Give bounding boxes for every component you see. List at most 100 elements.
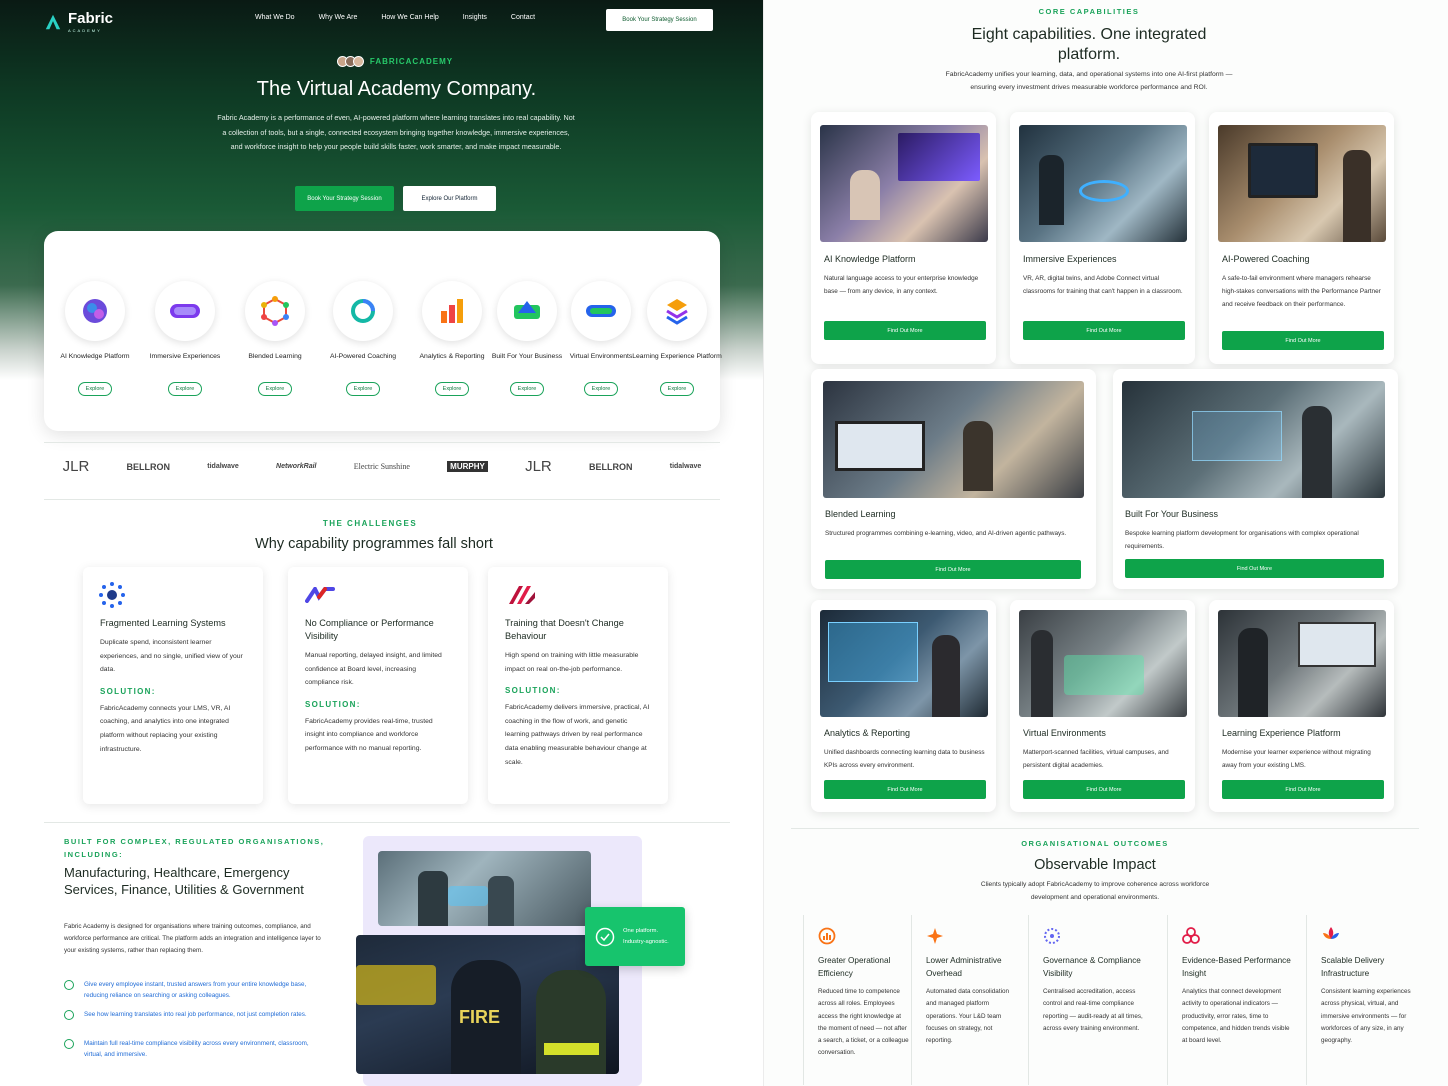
analytics-photo bbox=[820, 610, 988, 717]
cap-label: Immersive Experiences bbox=[149, 353, 221, 360]
book-session-button[interactable]: Book Your Strategy Session bbox=[295, 186, 394, 211]
explore-button[interactable]: Explore bbox=[583, 382, 619, 396]
client-logo: tidalwave bbox=[669, 463, 702, 470]
capability-card: Blended Learning Structured programmes c… bbox=[811, 369, 1096, 589]
divider bbox=[44, 499, 720, 500]
challenge-title: No Compliance or Performance Visibility bbox=[305, 618, 434, 641]
find-out-more-button[interactable]: Find Out More bbox=[825, 560, 1081, 579]
challenge-card-compliance: No Compliance or Performance Visibility … bbox=[288, 567, 468, 804]
capability-card: Virtual Environments Matterport-scanned … bbox=[1010, 600, 1195, 812]
explore-button[interactable]: Explore bbox=[659, 382, 695, 396]
benefit-text: Give every employee instant, trusted ans… bbox=[84, 981, 307, 999]
cap-immersive: Immersive Experiences Explore bbox=[140, 281, 230, 396]
explore-button[interactable]: Explore bbox=[77, 382, 113, 396]
capability-card: Learning Experience Platform Modernise y… bbox=[1209, 600, 1394, 812]
capabilities-panel: CORE CAPABILITIES Eight capabilities. On… bbox=[763, 0, 1448, 1086]
find-out-more-button[interactable]: Find Out More bbox=[1222, 331, 1384, 350]
core-title-line: platform. bbox=[1057, 46, 1121, 63]
explore-button[interactable]: Explore bbox=[434, 382, 470, 396]
lab-vr-photo bbox=[378, 851, 591, 926]
challenge-title: Training that Doesn't Change Behaviour bbox=[505, 618, 624, 641]
outcome-text: Automated data consolidation and managed… bbox=[926, 988, 1009, 1044]
core-eyebrow: CORE CAPABILITIES bbox=[1038, 7, 1140, 16]
network-icon bbox=[261, 296, 289, 326]
capabilities-strip: AI Knowledge Platform Explore Immersive … bbox=[44, 231, 722, 431]
brain-icon bbox=[83, 299, 107, 323]
find-out-more-button[interactable]: Find Out More bbox=[1023, 780, 1185, 799]
outcome-item: Lower Administrative Overhead Automated … bbox=[911, 915, 1019, 1085]
find-out-more-button[interactable]: Find Out More bbox=[1023, 321, 1185, 340]
outcome-title: Evidence-Based Performance Insight bbox=[1182, 956, 1291, 978]
immersive-photo bbox=[1019, 125, 1187, 242]
check-circle-icon bbox=[64, 980, 74, 990]
outcome-item: Evidence-Based Performance Insight Analy… bbox=[1167, 915, 1291, 1085]
solution-text: FabricAcademy provides real-time, truste… bbox=[305, 717, 433, 752]
cap-ai-coaching: AI-Powered Coaching Explore bbox=[318, 281, 408, 396]
solution-text: FabricAcademy connects your LMS, VR, AI … bbox=[100, 704, 231, 753]
avatar bbox=[352, 56, 364, 67]
capability-title: Built For Your Business bbox=[1125, 509, 1219, 519]
benefit-item: Maintain full real-time compliance visib… bbox=[64, 1038, 326, 1060]
outcomes-description: Clients typically adopt FabricAcademy to… bbox=[980, 881, 1210, 901]
outcome-item: Greater Operational Efficiency Reduced t… bbox=[803, 915, 911, 1085]
cap-label: Blended Learning bbox=[248, 353, 302, 360]
header-cta-button[interactable]: Book Your Strategy Session bbox=[606, 9, 713, 31]
core-description: FabricAcademy unifies your learning, dat… bbox=[945, 71, 1233, 91]
industries-title: Manufacturing, Healthcare, Emergency Ser… bbox=[64, 865, 304, 897]
explore-button[interactable]: Explore bbox=[257, 382, 293, 396]
capability-title: AI-Powered Coaching bbox=[1222, 254, 1310, 264]
explore-button[interactable]: Explore bbox=[509, 382, 545, 396]
site-logo[interactable]: Fabric ACADEMY bbox=[44, 10, 113, 33]
burst-icon bbox=[99, 582, 125, 608]
outcome-item: Governance & Compliance Visibility Centr… bbox=[1028, 915, 1150, 1085]
client-logo: Electric Sunshine bbox=[353, 462, 410, 471]
explore-button[interactable]: Explore bbox=[345, 382, 381, 396]
logo-icon bbox=[45, 14, 61, 29]
hero-title: The Virtual Academy Company. bbox=[256, 78, 537, 100]
client-logo: BELLRON bbox=[589, 461, 633, 472]
benefit-text: See how learning translates into real jo… bbox=[84, 1011, 307, 1018]
cap-blended: Blended Learning Explore bbox=[230, 281, 320, 396]
ai-coaching-photo bbox=[1218, 125, 1386, 242]
rings-icon bbox=[1182, 927, 1200, 944]
dotted-ring-icon bbox=[1044, 928, 1060, 944]
capability-title: Virtual Environments bbox=[1023, 728, 1106, 738]
outcome-text: Consistent learning experiences across p… bbox=[1321, 988, 1411, 1044]
challenge-text: High spend on training with little measu… bbox=[505, 652, 639, 673]
client-logo: JLR bbox=[525, 458, 552, 475]
nav-insights[interactable]: Insights bbox=[463, 14, 487, 21]
find-out-more-button[interactable]: Find Out More bbox=[1222, 780, 1384, 799]
challenges-eyebrow: THE CHALLENGES bbox=[322, 519, 418, 528]
industries-description: Fabric Academy is designed for organisat… bbox=[64, 923, 321, 954]
nav-contact[interactable]: Contact bbox=[511, 14, 535, 21]
find-out-more-button[interactable]: Find Out More bbox=[824, 780, 986, 799]
capability-card: Analytics & Reporting Unified dashboards… bbox=[811, 600, 996, 812]
outcome-title: Scalable Delivery Infrastructure bbox=[1321, 956, 1385, 978]
divider bbox=[44, 822, 730, 823]
capability-title: Immersive Experiences bbox=[1023, 254, 1117, 264]
built-for-business-photo bbox=[1122, 381, 1385, 498]
client-logo: MURPHY bbox=[447, 461, 488, 472]
find-out-more-button[interactable]: Find Out More bbox=[1125, 559, 1384, 578]
nav-what-we-do[interactable]: What We Do bbox=[255, 14, 295, 21]
client-logo: tidalwave bbox=[207, 463, 239, 470]
nav-why-we-are[interactable]: Why We Are bbox=[319, 14, 358, 21]
outcome-item: Scalable Delivery Infrastructure Consist… bbox=[1306, 915, 1418, 1085]
capability-title: AI Knowledge Platform bbox=[824, 254, 916, 264]
bar-chart-icon bbox=[441, 299, 463, 323]
challenge-text: Duplicate spend, inconsistent learner ex… bbox=[100, 639, 243, 674]
nav-how-we-can-help[interactable]: How We Can Help bbox=[381, 14, 438, 21]
layers-icon bbox=[666, 299, 688, 325]
solution-label: SOLUTION: bbox=[100, 686, 156, 696]
find-out-more-button[interactable]: Find Out More bbox=[824, 321, 986, 340]
capability-card: AI Knowledge Platform Natural language a… bbox=[811, 112, 996, 364]
challenge-card-fragmented: Fragmented Learning Systems Duplicate sp… bbox=[83, 567, 263, 804]
explore-button[interactable]: Explore bbox=[167, 382, 203, 396]
star-burst-icon bbox=[927, 928, 943, 944]
capability-text: Natural language access to your enterpri… bbox=[824, 275, 979, 295]
capability-title: Blended Learning bbox=[825, 509, 896, 519]
explore-platform-button[interactable]: Explore Our Platform bbox=[403, 186, 496, 211]
capability-text: A safe-to-fail environment where manager… bbox=[1222, 275, 1381, 308]
outcome-text: Reduced time to competence across all ro… bbox=[818, 988, 909, 1057]
capability-text: Matterport-scanned facilities, virtual c… bbox=[1023, 749, 1169, 769]
